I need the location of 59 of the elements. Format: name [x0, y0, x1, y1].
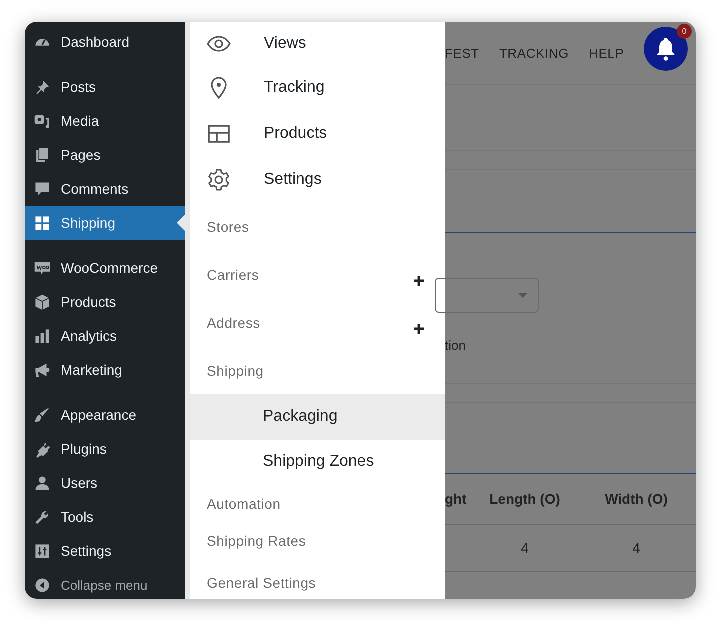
sidebar-item[interactable]: Marketing: [25, 353, 185, 387]
plug-icon: [34, 440, 51, 458]
sidebar-item[interactable]: Posts: [25, 70, 185, 104]
nav-link[interactable]: HELP: [589, 46, 624, 60]
sidebar-item[interactable]: Shipping: [25, 206, 185, 240]
sidebar-item[interactable]: Tools: [25, 500, 185, 534]
submenu-item[interactable]: Packaging: [190, 394, 445, 440]
sidebar-item[interactable]: Dashboard: [25, 25, 185, 59]
submenu-item[interactable]: Views: [190, 22, 445, 65]
sidebar-item[interactable]: WooCommerce: [25, 251, 185, 285]
sidebar-item[interactable]: Analytics: [25, 319, 185, 353]
section-heading: Shipping: [207, 363, 264, 379]
grid-icon: [34, 214, 51, 232]
sidebar-item[interactable]: Appearance: [25, 398, 185, 432]
column-header: ght: [445, 491, 467, 507]
wrench-icon: [34, 508, 51, 526]
box-icon: [34, 294, 51, 310]
sidebar-item[interactable]: Settings: [25, 534, 185, 568]
submenu-item[interactable]: Products: [190, 111, 445, 157]
dropdown-field[interactable]: [435, 278, 539, 313]
column-header: Length (O): [488, 491, 562, 507]
sidebar-item[interactable]: Comments: [25, 172, 185, 206]
sidebar-item[interactable]: Media: [25, 104, 185, 138]
submenu-item[interactable]: Shipping Zones: [190, 439, 445, 485]
section-heading: Shipping Rates: [207, 533, 306, 549]
collapse-icon: [34, 577, 51, 594]
table-cell: 4: [632, 540, 640, 556]
sidebar-item[interactable]: Products: [25, 285, 185, 319]
speech-bubble-icon: [34, 260, 51, 276]
sidebar-item[interactable]: Pages: [25, 138, 185, 172]
media-icon: [34, 112, 51, 130]
comment-icon: [34, 180, 51, 198]
pages-icon: [34, 146, 51, 164]
collapse-menu-button[interactable]: Collapse menu: [25, 572, 185, 599]
section-heading: Stores: [207, 219, 250, 235]
pushpin-icon: [34, 78, 51, 96]
submenu-item[interactable]: Tracking: [190, 65, 445, 111]
section-heading: Carriers: [207, 267, 260, 283]
expand-plus-icon[interactable]: [413, 323, 425, 335]
section-heading: Automation: [207, 496, 281, 512]
layout-icon: [207, 122, 231, 146]
nav-link[interactable]: FEST: [445, 46, 480, 60]
expand-plus-icon[interactable]: [413, 275, 425, 287]
column-header: Width (O): [604, 491, 669, 507]
sliders-icon: [34, 542, 51, 560]
section-heading: Address: [207, 315, 260, 331]
section-heading: General Settings: [207, 575, 316, 591]
bar-chart-icon: [34, 328, 51, 344]
notification-count: 0: [677, 24, 692, 39]
sidebar-item[interactable]: Plugins: [25, 432, 185, 466]
megaphone-icon: [34, 362, 51, 378]
submenu-item[interactable]: Settings: [190, 157, 445, 203]
option-label: tion: [445, 338, 466, 353]
nav-link[interactable]: TRACKING: [499, 46, 570, 60]
sidebar-item[interactable]: Users: [25, 466, 185, 500]
brush-icon: [34, 406, 51, 424]
table-cell: 4: [521, 540, 529, 556]
user-icon: [34, 474, 51, 492]
settings-icon: [207, 168, 231, 192]
